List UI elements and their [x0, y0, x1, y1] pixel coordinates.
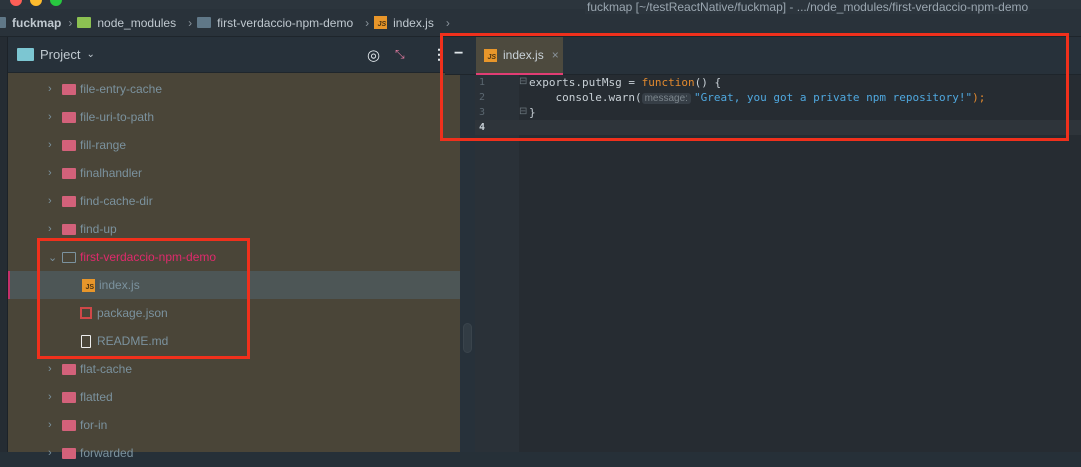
code-line-2: console.warn(message: "Great, you got a p… [529, 91, 986, 104]
breadcrumb-project[interactable]: fuckmap [0, 16, 61, 30]
tree-item[interactable]: › file-uri-to-path [8, 103, 460, 131]
folder-icon [62, 223, 76, 235]
collapse-all-icon[interactable]: ⤡ [395, 47, 405, 62]
close-tab-icon[interactable]: × [552, 48, 559, 62]
folder-icon [62, 111, 76, 123]
tree-item[interactable]: › fill-range [8, 131, 460, 159]
npm-icon [80, 307, 92, 319]
folder-icon [62, 419, 76, 431]
scrollbar[interactable] [460, 73, 475, 452]
tree-item[interactable]: › forwarded [8, 439, 460, 467]
fold-icon[interactable]: ⊟ [519, 106, 527, 117]
tree-item[interactable]: › flatted [8, 383, 460, 411]
line-number: 2 [479, 92, 486, 103]
close-window-button[interactable] [10, 0, 22, 6]
folder-icon [62, 139, 76, 151]
project-view-selector[interactable]: Project [40, 47, 80, 62]
chevron-right-icon[interactable]: › [48, 167, 52, 179]
tree-item[interactable]: › for-in [8, 411, 460, 439]
js-file-icon: JS [484, 48, 497, 62]
minimize-panel-icon[interactable]: − [454, 45, 463, 63]
tab-index-js[interactable]: JS index.js × [476, 37, 563, 75]
fold-icon[interactable]: ⊟ [519, 76, 527, 87]
chevron-down-icon[interactable]: ⌄ [48, 251, 57, 264]
window-title: fuckmap [~/testReactNative/fuckmap] - ..… [585, 0, 1031, 14]
breadcrumb-file[interactable]: JS index.js [374, 16, 439, 30]
chevron-down-icon[interactable]: ⌄ [86, 49, 94, 60]
folder-icon [62, 447, 76, 459]
line-number: 1 [479, 77, 486, 88]
project-tree: › file-entry-cache › file-uri-to-path › fill-… [8, 73, 460, 460]
tree-item[interactable]: package.json [8, 299, 460, 327]
code-line-3: } [529, 106, 536, 119]
tree-item[interactable]: › file-entry-cache [8, 75, 460, 103]
chevron-right-icon[interactable]: › [48, 391, 52, 403]
tree-item[interactable]: › find-cache-dir [8, 187, 460, 215]
project-icon [17, 48, 34, 61]
open-folder-icon [62, 251, 76, 263]
readme-book-icon [81, 334, 91, 348]
breadcrumb-demo[interactable]: first-verdaccio-npm-demo [197, 16, 358, 30]
tool-window-strip [0, 37, 8, 452]
more-options-icon[interactable]: ⋮ [432, 46, 446, 63]
chevron-right-icon[interactable]: › [48, 447, 52, 459]
scrollbar-thumb[interactable] [463, 323, 472, 353]
folder-icon [197, 17, 212, 28]
editor-tab-bar: − JS index.js × [445, 37, 1081, 75]
line-number: 3 [479, 107, 486, 118]
chevron-right-icon[interactable]: › [48, 195, 52, 207]
folder-icon [62, 363, 76, 375]
tree-item[interactable]: README.md [8, 327, 460, 355]
chevron-right-icon[interactable]: › [48, 83, 52, 95]
maximize-window-button[interactable] [50, 0, 62, 6]
chevron-right-icon[interactable]: › [48, 223, 52, 235]
breadcrumb-node-modules[interactable]: node_modules [77, 16, 181, 30]
locate-target-icon[interactable]: ◎ [367, 46, 380, 64]
chevron-right-icon[interactable]: › [48, 363, 52, 375]
chevron-right-icon[interactable]: › [48, 111, 52, 123]
code-line-1: exports.putMsg = function() { [529, 76, 722, 89]
project-panel-header: Project ⌄ ◎ ⤡ ⋮ [8, 37, 446, 73]
folder-icon [62, 195, 76, 207]
folder-icon [62, 167, 76, 179]
title-bar: fuckmap [~/testReactNative/fuckmap] - ..… [0, 0, 1081, 14]
js-file-icon: JS [82, 278, 95, 292]
chevron-right-icon[interactable]: › [48, 139, 52, 151]
parameter-hint: message: [641, 93, 691, 104]
minimize-window-button[interactable] [30, 0, 42, 6]
line-number: 4 [479, 122, 486, 133]
folder-icon [77, 17, 92, 28]
tree-item[interactable]: › flat-cache [8, 355, 460, 383]
code-editor[interactable]: 1 2 3 4 ⊟ ⊟ exports.putMsg = function() … [475, 75, 1081, 452]
folder-icon [0, 17, 6, 28]
folder-icon [62, 391, 76, 403]
tree-item[interactable]: › finalhandler [8, 159, 460, 187]
current-line [475, 120, 1081, 135]
tree-item[interactable]: JS index.js [8, 271, 460, 299]
tree-item[interactable]: ⌄ first-verdaccio-npm-demo [8, 243, 460, 271]
chevron-right-icon[interactable]: › [48, 419, 52, 431]
tree-item[interactable]: › find-up [8, 215, 460, 243]
js-file-icon: JS [374, 16, 388, 29]
folder-icon [62, 83, 76, 95]
